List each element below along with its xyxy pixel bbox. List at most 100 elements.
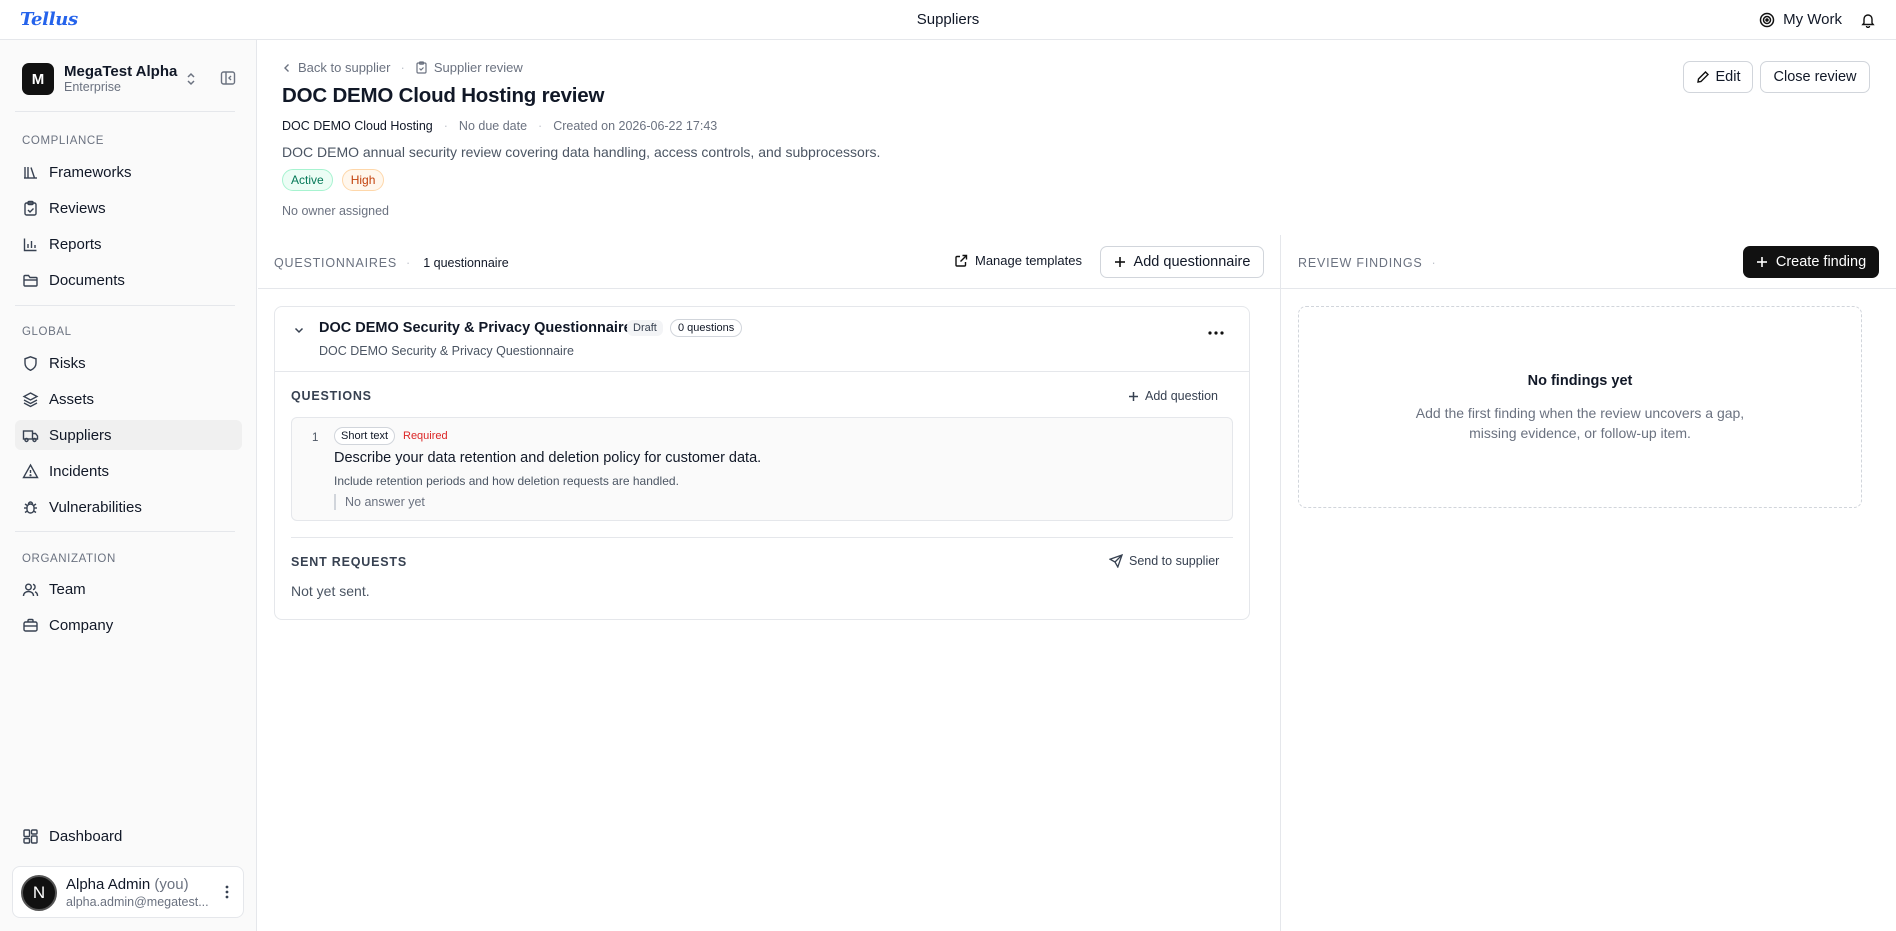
sidebar-item-dashboard[interactable]: Dashboard [15,821,242,851]
truck-icon [22,427,39,444]
user-menu[interactable]: N Alpha Admin (you) alpha.admin@megatest… [12,866,244,918]
questions-section-label: QUESTIONS [291,389,372,403]
sidebar-item-label: Team [49,580,86,598]
sidebar-item-reports[interactable]: Reports [15,229,242,259]
edit-button-label: Edit [1715,69,1741,85]
user-name-text: Alpha Admin [66,876,151,893]
breadcrumb-separator: · [400,60,405,75]
bell-icon[interactable] [1860,12,1876,28]
questionnaire-card: DOC DEMO Security & Privacy Questionnair… [274,306,1250,620]
sidebar: M MegaTest Alpha Enterprise COMPLIANCE F… [0,40,257,931]
shield-icon [22,355,39,372]
sidebar-item-label: Assets [49,390,95,408]
sent-requests-status: Not yet sent. [291,583,370,599]
sidebar-item-suppliers[interactable]: Suppliers [15,420,242,450]
sidebar-item-label: Risks [49,354,86,372]
question-text: Describe your data retention and deletio… [334,450,762,466]
dashboard-icon [22,828,39,845]
question-answer: No answer yet [334,494,425,510]
section-label-separator: · [1431,256,1436,270]
question-help-text: Include retention periods and how deleti… [334,474,679,488]
user-name: Alpha Admin (you) [66,876,189,893]
create-finding-button[interactable]: Create finding [1743,246,1879,278]
sidebar-item-documents[interactable]: Documents [15,265,242,295]
send-to-supplier-button[interactable]: Send to supplier [1109,554,1219,568]
create-finding-label: Create finding [1775,254,1867,270]
sidebar-item-label: Company [49,616,114,634]
sidebar-collapse-icon[interactable] [220,70,236,86]
sidebar-item-label: Reviews [49,199,106,217]
manage-templates-button[interactable]: Manage templates [954,253,1082,268]
user-you-label: (you) [154,876,189,893]
sidebar-item-risks[interactable]: Risks [15,348,242,378]
findings-empty-text: Add the first finding when the review un… [1415,405,1745,441]
sidebar-item-frameworks[interactable]: Frameworks [15,157,242,187]
top-bar-actions: My Work [1759,11,1876,28]
send-icon [1109,554,1123,568]
breadcrumb-supplier-review: Supplier review [415,60,523,75]
sidebar-item-incidents[interactable]: Incidents [15,456,242,486]
workspace-plan: Enterprise [64,80,121,95]
column-divider [1280,235,1281,931]
more-vertical-icon[interactable] [225,885,229,899]
questionnaires-section-label: QUESTIONNAIRES · 1 questionnaire [274,256,509,270]
review-description: DOC DEMO annual security review covering… [282,144,881,160]
sidebar-divider [15,111,235,112]
sidebar-item-vulnerabilities[interactable]: Vulnerabilities [15,492,242,522]
sidebar-item-company[interactable]: Company [15,610,242,640]
sidebar-item-team[interactable]: Team [15,574,242,604]
alert-triangle-icon [22,463,39,480]
meta-separator: · [538,119,543,133]
clipboard-check-icon [22,200,39,217]
add-question-label: Add question [1145,389,1218,403]
findings-empty-state: No findings yet Add the first finding wh… [1298,306,1862,508]
add-question-button[interactable]: Add question [1128,389,1218,403]
edit-button[interactable]: Edit [1683,61,1753,93]
sidebar-item-assets[interactable]: Assets [15,384,242,414]
sidebar-item-reviews[interactable]: Reviews [15,193,242,223]
close-review-button[interactable]: Close review [1760,61,1870,93]
page-title-header: Suppliers [916,11,980,28]
question-item[interactable]: 1 Short text Required Describe your data… [291,417,1233,521]
sent-requests-section-label: SENT REQUESTS [291,555,407,569]
questionnaires-count: 1 questionnaire [423,256,509,270]
card-divider [275,371,1249,372]
bar-chart-icon [22,236,39,253]
questionnaire-question-count: 0 questions [670,319,743,337]
review-findings-section-label: REVIEW FINDINGS · [1298,256,1445,270]
more-horizontal-icon[interactable] [1208,331,1224,335]
frameworks-icon [22,164,39,181]
external-link-icon [954,254,968,268]
sidebar-section-organization: ORGANIZATION [22,553,116,565]
chevron-down-icon[interactable] [293,324,305,336]
clipboard-check-icon [415,61,428,74]
review-owner: No owner assigned [282,204,390,218]
questionnaire-title[interactable]: DOC DEMO Security & Privacy Questionnair… [319,320,632,336]
questionnaire-subtitle: DOC DEMO Security & Privacy Questionnair… [319,344,574,358]
my-work-button[interactable]: My Work [1759,11,1842,28]
card-divider [291,537,1233,538]
back-to-supplier-link[interactable]: Back to supplier [282,60,391,75]
breadcrumb-supplier-review-label: Supplier review [433,60,523,75]
breadcrumb: Back to supplier · Supplier review [282,60,523,75]
add-questionnaire-label: Add questionnaire [1133,254,1251,270]
plus-icon [1114,256,1126,268]
question-required-badge: Required [403,430,448,442]
review-supplier-name[interactable]: DOC DEMO Cloud Hosting [282,119,433,133]
review-badges: Active High [282,169,385,191]
sidebar-section-compliance: COMPLIANCE [22,135,105,147]
app-logo[interactable]: Tellus [20,9,78,30]
add-questionnaire-button[interactable]: Add questionnaire [1100,246,1264,278]
questionnaire-status-badge: Draft [627,320,663,336]
workspace-avatar: M [22,63,54,95]
sidebar-section-global: GLOBAL [22,326,72,338]
target-icon [1759,12,1775,28]
status-badge: Active [282,169,333,191]
back-to-supplier-label: Back to supplier [298,60,391,75]
users-icon [22,581,39,598]
sidebar-item-label: Dashboard [49,827,123,845]
user-email: alpha.admin@megatest... [66,895,209,909]
review-findings-title: REVIEW FINDINGS [1298,256,1423,270]
plus-icon [1756,256,1768,268]
workspace-switcher[interactable]: M MegaTest Alpha Enterprise [22,62,240,96]
